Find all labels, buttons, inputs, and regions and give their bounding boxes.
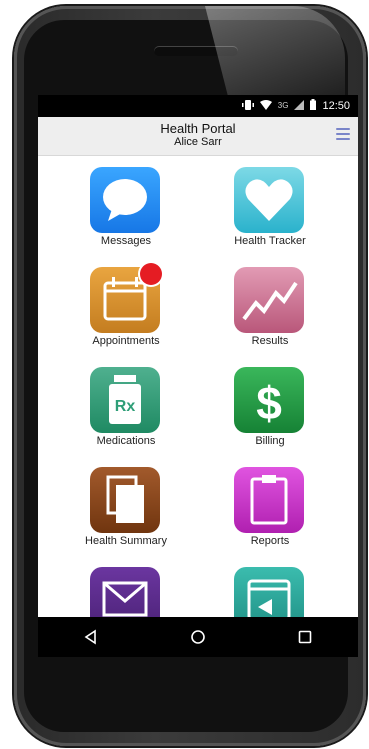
tile-billing[interactable]: $ Billing xyxy=(210,355,330,450)
documents-icon xyxy=(90,467,160,533)
status-bar: 3G 12:50 xyxy=(38,95,358,117)
status-time: 12:50 xyxy=(322,100,350,112)
tile-label: Appointments xyxy=(92,335,160,347)
app-title: Health Portal xyxy=(160,121,236,136)
dollar-icon: $ xyxy=(234,367,304,433)
signal-icon xyxy=(294,99,305,113)
trend-chart-icon xyxy=(234,267,304,333)
tile-label: Reports xyxy=(250,535,290,547)
tile-appointments[interactable]: Appointments xyxy=(66,255,186,350)
app-header: Health Portal Alice Sarr xyxy=(38,117,358,156)
svg-text:$: $ xyxy=(256,377,282,429)
calendar-return-icon xyxy=(234,567,304,617)
envelope-icon xyxy=(90,567,160,617)
feature-grid: Messages Health Tracker Appointments Res… xyxy=(38,155,358,617)
tile-results[interactable]: Results xyxy=(210,255,330,350)
heart-icon xyxy=(234,167,304,233)
tile-calendar-return[interactable] xyxy=(210,555,330,617)
chat-bubble-icon xyxy=(90,167,160,233)
tile-label: Health Tracker xyxy=(234,235,306,247)
android-nav-bar xyxy=(38,617,358,657)
tile-label: Messages xyxy=(100,235,152,247)
network-label: 3G xyxy=(277,101,289,110)
hamburger-menu-icon[interactable] xyxy=(336,128,350,140)
tile-label: Results xyxy=(251,335,289,347)
home-icon[interactable] xyxy=(178,617,218,657)
svg-text:Rx: Rx xyxy=(115,398,136,415)
clipboard-icon xyxy=(234,467,304,533)
tile-secure-mail[interactable] xyxy=(66,555,186,617)
rx-bottle-icon: Rx xyxy=(90,367,160,433)
tile-label: Medications xyxy=(96,435,156,447)
phone-screen: 3G 12:50 Health Portal Alice Sarr Messag… xyxy=(38,95,358,657)
notification-badge xyxy=(140,263,162,285)
tile-reports[interactable]: Reports xyxy=(210,455,330,550)
tile-medications[interactable]: Rx Medications xyxy=(66,355,186,450)
tile-label: Health Summary xyxy=(85,535,167,547)
tile-health-summary[interactable]: Health Summary xyxy=(66,455,186,550)
tile-health-tracker[interactable]: Health Tracker xyxy=(210,155,330,250)
battery-icon xyxy=(310,99,317,113)
tile-label: Billing xyxy=(255,435,285,447)
tile-messages[interactable]: Messages xyxy=(66,155,186,250)
user-name: Alice Sarr xyxy=(174,136,222,148)
back-icon[interactable] xyxy=(71,617,111,657)
recents-icon[interactable] xyxy=(285,617,325,657)
wifi-icon xyxy=(259,99,272,113)
vibrate-icon xyxy=(241,99,254,113)
calendar-icon xyxy=(90,263,162,333)
